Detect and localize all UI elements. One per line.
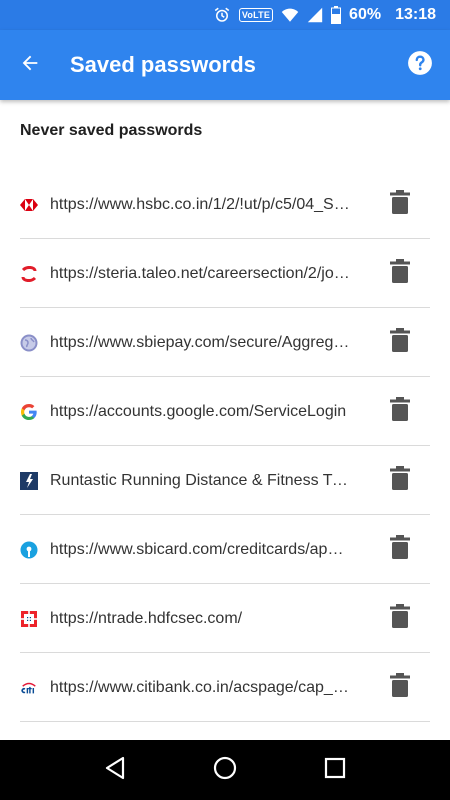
content: Never saved passwords https://www.hsbc.c… <box>0 100 450 740</box>
delete-button[interactable] <box>386 530 414 570</box>
trash-icon <box>390 328 410 357</box>
arrow-back-icon <box>19 52 41 79</box>
password-exception-list: https://www.hsbc.co.in/1/2/!ut/p/c5/04_S… <box>0 170 450 722</box>
globe-icon <box>20 334 38 352</box>
list-item-label: https://ntrade.hdfcsec.com/ <box>50 609 243 627</box>
list-item[interactable]: https://www.sbicard.com/creditcards/app/… <box>0 515 450 584</box>
delete-button[interactable] <box>386 668 414 708</box>
square-recents-icon <box>324 757 346 784</box>
battery-icon <box>331 6 342 24</box>
list-item[interactable]: https://steria.taleo.net/careersection/2… <box>0 239 450 308</box>
nav-home-button[interactable] <box>205 750 245 790</box>
list-item[interactable]: Runtastic Running Distance & Fitness Tra… <box>0 446 450 515</box>
list-item-label: https://www.citibank.co.in/acspage/cap_n… <box>50 678 352 696</box>
trash-icon <box>390 190 410 219</box>
hsbc-icon <box>20 196 38 214</box>
nav-back-button[interactable] <box>95 750 135 790</box>
circle-home-icon <box>213 756 237 785</box>
sbi-icon <box>20 541 38 559</box>
delete-button[interactable] <box>386 323 414 363</box>
delete-button[interactable] <box>386 185 414 225</box>
google-icon <box>20 403 38 421</box>
delete-button[interactable] <box>386 461 414 501</box>
steria-icon <box>20 265 38 283</box>
list-item-label: https://www.sbiepay.com/secure/Aggregato… <box>50 333 352 351</box>
list-item[interactable]: https://accounts.google.com/ServiceLogin <box>0 377 450 446</box>
list-item-label: https://steria.taleo.net/careersection/2… <box>50 264 352 282</box>
delete-button[interactable] <box>386 254 414 294</box>
delete-button[interactable] <box>386 392 414 432</box>
alarm-icon <box>213 6 231 24</box>
trash-icon <box>390 259 410 288</box>
list-item[interactable]: https://ntrade.hdfcsec.com/ <box>0 584 450 653</box>
help-icon <box>407 50 433 81</box>
list-item-label: https://accounts.google.com/ServiceLogin <box>50 402 347 420</box>
trash-icon <box>390 673 410 702</box>
list-item[interactable]: https://www.citibank.co.in/acspage/cap_n… <box>0 653 450 722</box>
triangle-back-icon <box>104 756 126 785</box>
list-item-label: Runtastic Running Distance & Fitness Tra… <box>50 471 352 489</box>
help-button[interactable] <box>390 30 450 100</box>
page-title: Saved passwords <box>70 52 256 77</box>
delete-button[interactable] <box>386 599 414 639</box>
list-item-label: https://www.sbicard.com/creditcards/app/… <box>50 540 352 558</box>
trash-icon <box>390 535 410 564</box>
volte-indicator: VoLTE <box>238 8 274 22</box>
list-item[interactable]: https://www.hsbc.co.in/1/2/!ut/p/c5/04_S… <box>0 170 450 239</box>
list-item[interactable]: https://www.sbiepay.com/secure/Aggregato… <box>0 308 450 377</box>
trash-icon <box>390 604 410 633</box>
runtastic-icon <box>20 471 38 490</box>
nav-recents-button[interactable] <box>315 750 355 790</box>
battery-percent: 60% <box>349 6 382 23</box>
trash-icon <box>390 466 410 495</box>
signal-icon <box>307 7 323 23</box>
app-bar: Saved passwords <box>0 30 450 100</box>
hdfc-icon <box>20 610 38 628</box>
back-button[interactable] <box>0 30 60 100</box>
trash-icon <box>390 397 410 426</box>
clock: 13:18 <box>395 6 436 23</box>
status-bar: VoLTE 60% 13:18 <box>0 0 450 30</box>
section-title: Never saved passwords <box>20 122 203 139</box>
wifi-icon <box>281 7 299 23</box>
citi-icon <box>20 679 38 697</box>
list-item-label: https://www.hsbc.co.in/1/2/!ut/p/c5/04_S… <box>50 195 352 213</box>
navigation-bar <box>0 740 450 800</box>
